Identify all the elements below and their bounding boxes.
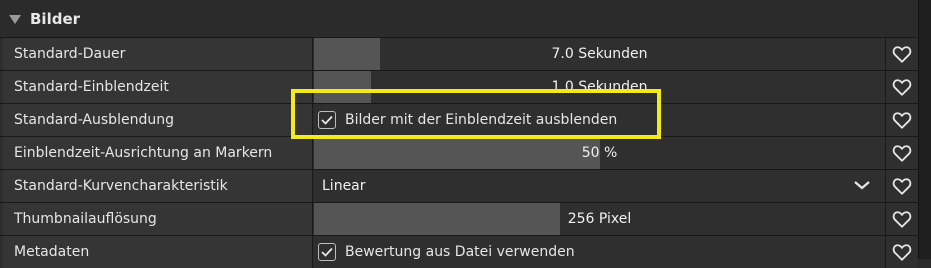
heart-outline-icon [892, 244, 912, 261]
setting-label: Standard-Kurvencharakteristik [3, 170, 313, 202]
favorite-button[interactable] [886, 137, 918, 169]
slider-value: 256 Pixel [567, 211, 632, 227]
favorite-button[interactable] [886, 104, 918, 136]
checkbox-label[interactable]: Bewertung aus Datei verwenden [345, 244, 575, 260]
heart-outline-icon [892, 178, 912, 195]
checkbox-checked[interactable] [318, 243, 336, 261]
setting-label: Einblendzeit-Ausrichtung an Markern [3, 137, 313, 169]
duration-slider[interactable]: 7.0 Sekunden [314, 38, 886, 70]
triangle-down-icon[interactable] [9, 14, 21, 24]
heart-outline-icon [892, 79, 912, 96]
setting-row-thumbnailaufloesung: Thumbnailauflösung 256 Pixel [0, 202, 918, 235]
favorite-button[interactable] [886, 236, 918, 268]
heart-outline-icon [892, 46, 912, 63]
slider-value: 7.0 Sekunden [551, 46, 648, 62]
favorite-button[interactable] [886, 71, 918, 103]
setting-label: Metadaten [3, 236, 313, 268]
setting-row-kurvencharakteristik: Standard-Kurvencharakteristik Linear [0, 169, 918, 202]
fade-in-slider[interactable]: 1.0 Sekunden [314, 71, 886, 103]
favorite-button[interactable] [886, 38, 918, 70]
heart-outline-icon [892, 145, 912, 162]
settings-list: Standard-Dauer 7.0 Sekunden Standard-Ein… [0, 37, 918, 268]
checkmark-icon [321, 247, 333, 257]
setting-row-standard-dauer: Standard-Dauer 7.0 Sekunden [0, 37, 918, 70]
heart-outline-icon [892, 112, 912, 129]
setting-label: Standard-Einblendzeit [3, 71, 313, 103]
setting-label: Thumbnailauflösung [3, 203, 313, 235]
section-title: Bilder [30, 10, 81, 28]
curve-dropdown[interactable]: Linear [314, 170, 886, 202]
setting-row-standard-ausblendung: Standard-Ausblendung Bilder mit der Einb… [0, 103, 918, 136]
vertical-scrollbar[interactable] [918, 0, 931, 259]
checkbox-checked[interactable] [318, 111, 336, 129]
fade-out-option: Bilder mit der Einblendzeit ausblenden [314, 104, 886, 136]
section-header-bilder[interactable]: Bilder [0, 0, 918, 38]
setting-row-standard-einblendzeit: Standard-Einblendzeit 1.0 Sekunden [0, 70, 918, 103]
heart-outline-icon [892, 211, 912, 228]
favorite-button[interactable] [886, 170, 918, 202]
setting-label: Standard-Ausblendung [3, 104, 313, 136]
rating-from-file-checkbox[interactable]: Bewertung aus Datei verwenden [318, 236, 575, 268]
dropdown-selected-value: Linear [322, 178, 366, 194]
metadata-option: Bewertung aus Datei verwenden [314, 236, 886, 268]
slider-value: 50 % [581, 145, 618, 161]
setting-label: Standard-Dauer [3, 38, 313, 70]
chevron-down-icon[interactable] [853, 179, 871, 191]
checkmark-icon [321, 115, 333, 125]
checkbox-label[interactable]: Bilder mit der Einblendzeit ausblenden [345, 112, 617, 128]
slider-value: 1.0 Sekunden [551, 79, 648, 95]
thumbnail-resolution-slider[interactable]: 256 Pixel [314, 203, 886, 235]
favorite-button[interactable] [886, 203, 918, 235]
setting-row-einblendzeit-ausrichtung: Einblendzeit-Ausrichtung an Markern 50 % [0, 136, 918, 169]
fade-out-checkbox[interactable]: Bilder mit der Einblendzeit ausblenden [318, 104, 617, 136]
setting-row-metadaten: Metadaten Bewertung aus Datei verwenden [0, 235, 918, 268]
marker-alignment-slider[interactable]: 50 % [314, 137, 886, 169]
